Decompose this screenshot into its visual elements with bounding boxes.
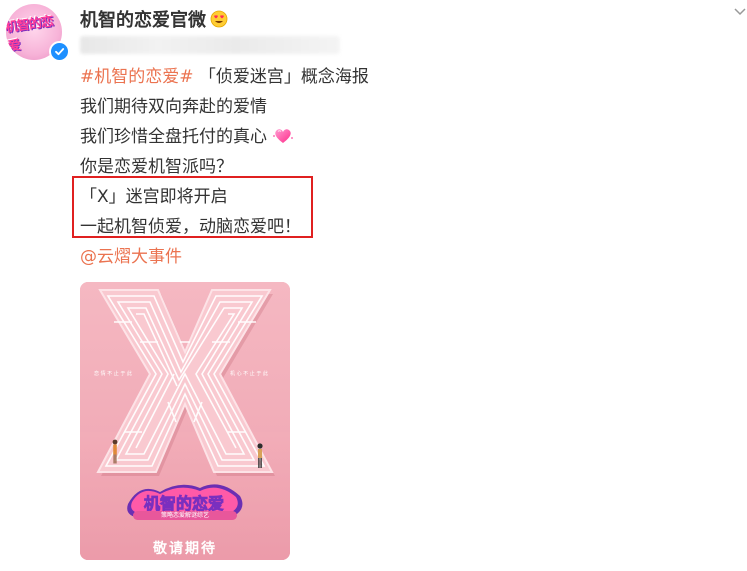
poster-side-text-left: 恋 情 不 止 于 此	[94, 370, 132, 377]
post-line-text: 「侦爱迷宫」概念海报	[193, 67, 369, 87]
poster-image[interactable]: 恋 情 不 止 于 此 机 心 不 止 于 此 机智的恋爱 策略恋爱解谜综艺 敬…	[80, 282, 290, 560]
post-line: 我们珍惜全盘托付的真心	[80, 122, 369, 152]
verified-badge-icon	[49, 41, 70, 62]
poster-side-text-right: 机 心 不 止 于 此	[230, 370, 268, 377]
post-body: #机智的恋爱# 「侦爱迷宫」概念海报 我们期待双向奔赴的爱情 我们珍惜全盘托付的…	[80, 62, 369, 272]
mention-link[interactable]: @云熠大事件	[80, 247, 182, 267]
poster-caption: 敬请期待	[153, 541, 217, 557]
checkmark-icon	[55, 48, 65, 56]
post-line-text: 我们期待双向奔赴的爱情	[80, 97, 267, 117]
post-line: @云熠大事件	[80, 242, 369, 272]
post-line-text: 你是恋爱机智派吗？	[80, 157, 233, 177]
heart-icon	[272, 125, 294, 143]
post-line: 我们期待双向奔赴的爱情	[80, 92, 369, 122]
post-line-text: 我们珍惜全盘托付的真心	[80, 127, 267, 147]
account-name[interactable]: 机智的恋爱官微	[80, 6, 206, 32]
heart-eyes-icon	[210, 10, 228, 28]
account-name-row: 机智的恋爱官微	[80, 6, 228, 32]
post-line: #机智的恋爱# 「侦爱迷宫」概念海报	[80, 62, 369, 92]
highlight-annotation-box	[72, 176, 313, 238]
chevron-down-icon[interactable]	[733, 2, 747, 16]
poster-subtitle: 策略恋爱解谜综艺	[133, 511, 237, 520]
hashtag-link[interactable]: #机智的恋爱#	[80, 67, 194, 87]
post-meta-blurred	[80, 36, 340, 54]
